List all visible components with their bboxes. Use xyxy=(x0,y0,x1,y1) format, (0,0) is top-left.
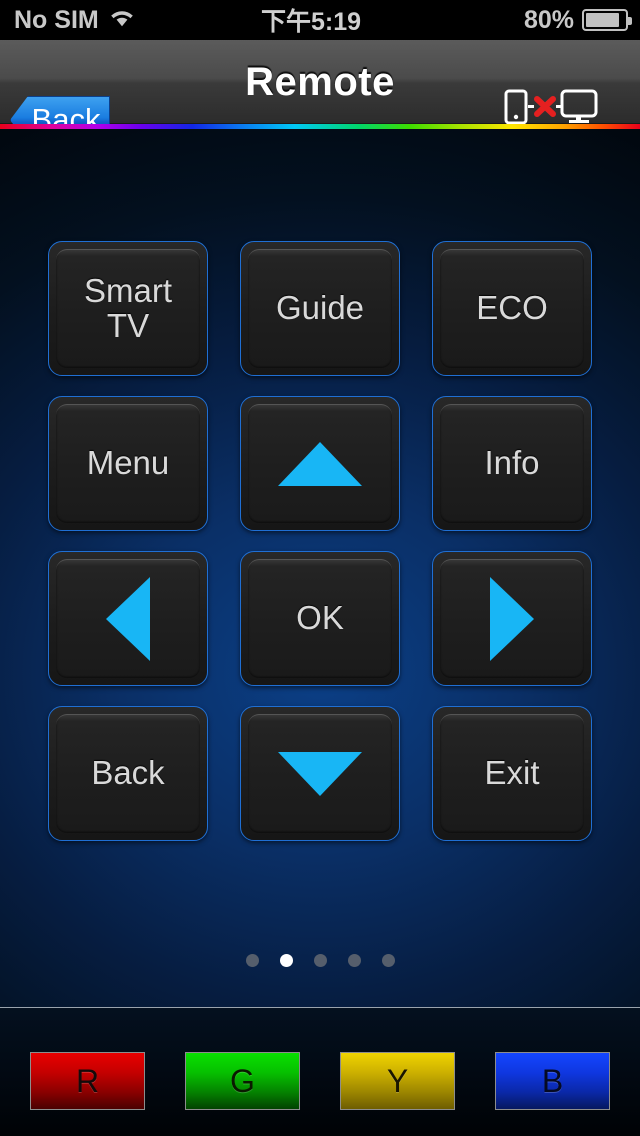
remote-key-face xyxy=(56,559,200,678)
remote-key-info[interactable]: Info xyxy=(432,396,592,531)
remote-key-menu[interactable]: Menu xyxy=(48,396,208,531)
remote-key-label: OK xyxy=(296,599,344,637)
color-key-yellow[interactable]: Y xyxy=(340,1052,455,1110)
remote-key-label: Menu xyxy=(86,444,170,482)
page-dot-2[interactable] xyxy=(279,954,293,967)
arrow-left-icon xyxy=(106,576,150,661)
remote-key-label: Exit xyxy=(484,754,540,792)
remote-key-eco[interactable]: ECO xyxy=(432,241,592,376)
battery-icon xyxy=(582,9,632,31)
remote-key-face xyxy=(248,404,392,523)
remote-key-face: Back xyxy=(56,714,200,833)
arrow-right-icon xyxy=(490,576,534,661)
remote-key-label: Back xyxy=(91,754,165,792)
status-bar-left: No SIM xyxy=(14,6,234,35)
remote-key-down[interactable] xyxy=(240,706,400,841)
carrier-label: No SIM xyxy=(14,5,99,34)
remote-key-label: ECO xyxy=(476,289,548,327)
color-key-blue[interactable]: B xyxy=(495,1052,610,1110)
remote-key-face: Smart TV xyxy=(56,249,200,368)
remote-key-guide[interactable]: Guide xyxy=(240,241,400,376)
page-dot-3[interactable] xyxy=(313,954,327,967)
arrow-down-icon xyxy=(278,751,362,796)
remote-key-face: Menu xyxy=(56,404,200,523)
remote-key-face xyxy=(440,559,584,678)
remote-key-face: Info xyxy=(440,404,584,523)
arrow-up-icon xyxy=(278,441,362,486)
remote-key-ok[interactable]: OK xyxy=(240,551,400,686)
navigation-bar: Remote Back xyxy=(0,40,640,155)
clock-label: 下午5:19 xyxy=(260,8,362,36)
page-indicator xyxy=(0,954,640,967)
page-dot-5[interactable] xyxy=(381,954,395,967)
remote-key-face xyxy=(248,714,392,833)
remote-key-label: Info xyxy=(484,444,540,482)
phone-disconnected-tv-icon xyxy=(490,86,600,128)
remote-key-label: Smart TV xyxy=(83,272,172,344)
status-bar: No SIM 下午5:19 80% xyxy=(0,0,640,40)
color-key-red[interactable]: R xyxy=(30,1052,145,1110)
color-key-row: RGYB xyxy=(0,1052,640,1110)
color-key-green[interactable]: G xyxy=(185,1052,300,1110)
remote-key-face: Exit xyxy=(440,714,584,833)
page-dot-1[interactable] xyxy=(245,954,259,967)
remote-panel: Smart TV Guide ECO Menu Info OK Back Exit xyxy=(0,129,640,1007)
remote-app-screen: No SIM 下午5:19 80% Remote Back Smart TV G… xyxy=(0,0,640,1136)
status-bar-right: 80% xyxy=(408,5,632,35)
remote-key-back[interactable]: Back xyxy=(48,706,208,841)
battery-percent-label: 80% xyxy=(523,5,574,34)
remote-key-up[interactable] xyxy=(240,396,400,531)
remote-key-label: Guide xyxy=(275,289,365,327)
remote-key-right[interactable] xyxy=(432,551,592,686)
remote-key-left[interactable] xyxy=(48,551,208,686)
remote-key-exit[interactable]: Exit xyxy=(432,706,592,841)
remote-key-face: ECO xyxy=(440,249,584,368)
page-dot-4[interactable] xyxy=(347,954,361,967)
remote-key-grid: Smart TV Guide ECO Menu Info OK Back Exit xyxy=(0,241,640,841)
remote-key-face: Guide xyxy=(248,249,392,368)
remote-key-face: OK xyxy=(248,559,392,678)
wifi-icon xyxy=(109,6,135,35)
color-key-bar: RGYB xyxy=(0,1007,640,1136)
remote-key-smart-tv[interactable]: Smart TV xyxy=(48,241,208,376)
